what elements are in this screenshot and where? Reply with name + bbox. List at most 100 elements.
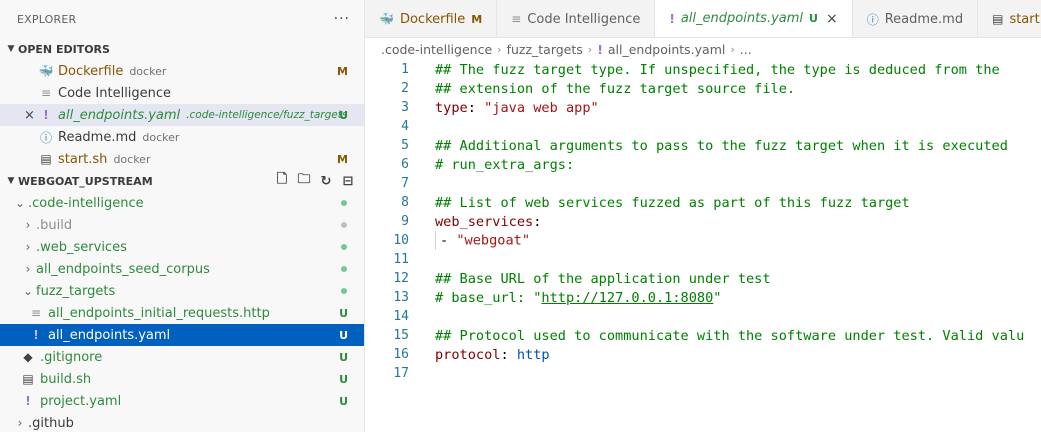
line-number: 5 [401,138,409,153]
tab-start-sh[interactable]: ▤ start.sh [978,0,1041,37]
line-number: 12 [393,271,409,286]
open-editor-start-sh[interactable]: ▤ start.sh docker M [0,148,364,170]
open-editor-all-endpoints[interactable]: × ! all_endpoints.yaml .code-intelligenc… [0,104,364,126]
yaml-exclaim-icon: ! [33,328,39,342]
refresh-icon[interactable]: ↻ [318,173,334,189]
tab-all-endpoints-yaml[interactable]: ! all_endpoints.yaml U × [655,0,853,37]
chevron-right-icon: › [25,262,31,276]
yaml-exclaim-icon: ! [597,41,603,57]
open-editor-dockerfile[interactable]: 🐳 Dockerfile docker M [0,60,364,82]
open-editors-title: OPEN EDITORS [18,42,110,56]
tree-folder-web-services[interactable]: › .web_services [0,236,364,258]
file-lines-icon: ≡ [40,86,52,100]
yaml-string: "java web app" [484,99,599,116]
yaml-exclaim-icon: ! [25,394,31,408]
code-text: - "webgoat" [409,231,530,250]
untracked-badge: U [339,306,348,320]
line-number: 17 [393,366,409,381]
untracked-badge: U [809,12,818,25]
open-editor-code-intelligence[interactable]: ≡ Code Intelligence [0,82,364,104]
file-lines-icon: ≡ [511,12,522,26]
untracked-dot [341,200,347,206]
more-actions-icon[interactable]: ··· [334,11,350,27]
open-editors-header[interactable]: ▼ OPEN EDITORS [0,38,364,60]
workspace-header[interactable]: ▼ WEBGOAT_UPSTREAM 🗋 🗀 ↻ ⊟ [0,170,364,192]
comment-suffix: " [713,289,722,306]
yaml-colon: : [500,346,517,363]
untracked-dot [341,288,347,294]
code-text: ## Additional arguments to pass to the f… [435,137,1008,154]
tree-label: .code-intelligence [28,195,144,211]
yaml-value: http [516,346,550,363]
tree-folder-build[interactable]: › .build [0,214,364,236]
code-line: 13 # base_url: "http://127.0.0.1:8080" [365,288,1041,307]
code-text: web_services: [409,214,541,230]
close-icon[interactable]: × [24,108,35,123]
line-number: 2 [401,81,409,96]
code-line: 1 ## The fuzz target type. If unspecifie… [365,60,1041,79]
shell-icon: ▤ [22,372,34,386]
tab-code-intelligence[interactable]: ≡ Code Intelligence [497,0,656,37]
code-editor[interactable]: 1 ## The fuzz target type. If unspecifie… [365,60,1041,432]
tree-label: .github [28,415,74,431]
file-lines-icon: ≡ [30,306,42,320]
untracked-badge: U [339,328,348,342]
breadcrumb-item[interactable]: ... [740,42,752,57]
code-line: 11 [365,250,1041,269]
code-line: 7 [365,174,1041,193]
code-text: ## The fuzz target type. If unspecified,… [435,61,1000,78]
open-editor-readme[interactable]: ⓘ Readme.md docker [0,126,364,148]
chevron-down-icon: ⌄ [14,196,26,210]
tree-label: project.yaml [40,393,122,409]
tree-folder-code-intelligence[interactable]: ⌄ .code-intelligence [0,192,364,214]
breadcrumb-item[interactable]: all_endpoints.yaml [608,42,725,57]
yaml-key: type [435,99,468,116]
close-icon[interactable]: × [826,11,838,27]
docker-icon: 🐳 [38,64,54,78]
tab-dockerfile[interactable]: 🐳 Dockerfile M [365,0,498,37]
collapse-all-icon[interactable]: ⊟ [340,173,356,189]
open-editor-label: Dockerfile [58,63,124,79]
tree-folder-github[interactable]: › .github [0,412,364,432]
yaml-string: "webgoat" [456,232,531,249]
tree-file-all-endpoints-yaml[interactable]: ! all_endpoints.yaml U [0,324,364,346]
untracked-badge: U [339,350,348,364]
explorer-header: EXPLORER ··· [0,0,364,38]
new-file-icon[interactable]: 🗋 [274,172,290,189]
tree-label: .gitignore [40,349,103,365]
breadcrumb-item[interactable]: .code-intelligence [381,42,492,57]
open-editor-desc: docker [113,152,151,166]
explorer-sidebar: EXPLORER ··· ▼ OPEN EDITORS 🐳 Dockerfile… [0,0,365,432]
yaml-exclaim-icon: ! [43,108,49,122]
tree-file-project-yaml[interactable]: ! project.yaml U [0,390,364,412]
tree-label: fuzz_targets [36,283,116,299]
code-line: 3 type: "java web app" [365,98,1041,117]
code-line: 4 [365,117,1041,136]
code-text: protocol: http [409,347,550,363]
breadcrumb-item[interactable]: fuzz_targets [507,42,583,57]
open-editor-label: Readme.md [58,129,137,145]
shell-icon: ▤ [992,12,1004,26]
tree-file-gitignore[interactable]: ◆ .gitignore U [0,346,364,368]
tree-folder-fuzz-targets[interactable]: ⌄ fuzz_targets [0,280,364,302]
tree-folder-seed-corpus[interactable]: › all_endpoints_seed_corpus [0,258,364,280]
yaml-exclaim-icon: ! [669,11,675,26]
tree-file-build-sh[interactable]: ▤ build.sh U [0,368,364,390]
chevron-down-icon: ▼ [7,176,15,186]
new-folder-icon[interactable]: 🗀 [296,172,312,189]
chevron-right-icon: › [497,42,502,56]
tab-readme[interactable]: ⓘ Readme.md [853,0,979,37]
open-editor-desc: docker [142,130,180,144]
tree-label: all_endpoints_seed_corpus [36,261,210,277]
tab-label: Dockerfile [399,11,466,27]
url-link[interactable]: http://127.0.0.1:8080 [541,290,713,306]
explorer-title: EXPLORER [17,12,77,26]
info-icon: ⓘ [39,130,52,145]
open-editor-label: start.sh [58,151,108,167]
tree-file-initial-requests[interactable]: ≡ all_endpoints_initial_requests.http U [0,302,364,324]
untracked-dot [341,244,347,250]
code-text: # run_extra_args: [435,156,575,173]
tab-label: start.sh [1009,11,1041,27]
line-number: 4 [401,119,409,134]
open-editor-label: all_endpoints.yaml [58,107,181,123]
